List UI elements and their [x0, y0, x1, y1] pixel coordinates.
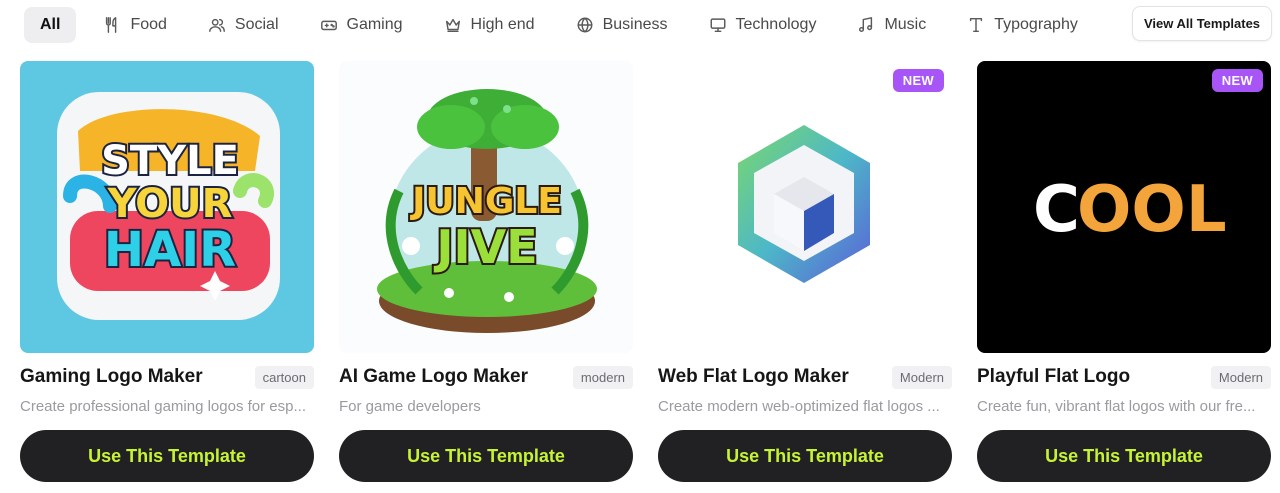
filter-music-label: Music: [884, 16, 927, 33]
template-thumbnail[interactable]: JUNGLE JIVE: [339, 61, 633, 353]
template-title: Playful Flat Logo: [977, 366, 1131, 387]
template-card[interactable]: C OOL NEW Playful Flat Logo Modern Creat…: [977, 61, 1271, 482]
art-line-2: JIVE: [433, 220, 537, 274]
filter-food-label: Food: [130, 16, 167, 33]
jungle-jive-logo-image: JUNGLE JIVE: [339, 61, 633, 353]
filter-social[interactable]: Social: [193, 7, 293, 43]
filter-all[interactable]: All: [24, 7, 77, 43]
view-all-templates-button[interactable]: View All Templates: [1132, 6, 1272, 41]
new-badge: NEW: [1211, 69, 1263, 92]
category-filter-bar: All Food Social Gaming High end Business: [24, 6, 1104, 44]
filter-music[interactable]: Music: [842, 7, 940, 43]
art-letters-ool: OOL: [1077, 173, 1227, 247]
filter-food[interactable]: Food: [88, 7, 180, 43]
filter-high-end-label: High end: [470, 16, 535, 33]
filter-technology[interactable]: Technology: [694, 7, 831, 43]
template-thumbnail[interactable]: STYLE YOUR HAIR: [20, 61, 314, 353]
use-template-button[interactable]: Use This Template: [339, 430, 633, 482]
gamepad-icon: [319, 15, 339, 35]
filter-all-label: All: [40, 16, 61, 33]
art-line-2: YOUR: [107, 181, 233, 227]
use-template-button[interactable]: Use This Template: [658, 430, 952, 482]
art-line-1: JUNGLE: [409, 181, 562, 222]
template-title: Gaming Logo Maker: [20, 366, 203, 387]
template-style-tag: modern: [572, 365, 633, 389]
filter-business-label: Business: [602, 16, 668, 33]
globe-icon: [575, 15, 595, 35]
template-description: Create professional gaming logos for esp…: [20, 398, 306, 415]
template-style-tag: Modern: [1210, 365, 1271, 389]
art-line-1: STYLE: [101, 138, 239, 184]
template-card[interactable]: NEW Web Flat Logo Maker Modern Create mo…: [658, 61, 952, 482]
crown-icon: [443, 15, 463, 35]
filter-business[interactable]: Business: [561, 7, 682, 43]
template-description: For game developers: [339, 398, 481, 415]
filter-high-end[interactable]: High end: [429, 7, 549, 43]
users-icon: [207, 15, 227, 35]
use-template-button[interactable]: Use This Template: [977, 430, 1271, 482]
monitor-icon: [708, 15, 728, 35]
hexagon-cube-logo-image: [658, 61, 952, 353]
type-icon: [966, 15, 986, 35]
filter-typography-label: Typography: [994, 16, 1078, 33]
use-template-button[interactable]: Use This Template: [20, 430, 314, 482]
template-thumbnail[interactable]: C OOL NEW: [977, 61, 1271, 353]
filter-social-label: Social: [234, 16, 279, 33]
utensils-icon: [102, 15, 122, 35]
template-description: Create modern web-optimized flat logos .…: [658, 398, 940, 415]
music-icon: [856, 15, 876, 35]
style-your-hair-logo-image: STYLE YOUR HAIR: [20, 61, 314, 353]
template-title: AI Game Logo Maker: [339, 366, 528, 387]
template-title: Web Flat Logo Maker: [658, 366, 849, 387]
template-style-tag: Modern: [891, 365, 952, 389]
cool-logo-image: C OOL: [977, 61, 1271, 353]
template-thumbnail[interactable]: NEW: [658, 61, 952, 353]
template-card[interactable]: JUNGLE JIVE AI Game Logo Maker modern Fo…: [339, 61, 633, 482]
filter-technology-label: Technology: [735, 16, 817, 33]
new-badge: NEW: [892, 69, 944, 92]
art-line-3: HAIR: [104, 222, 236, 278]
filter-typography[interactable]: Typography: [952, 7, 1092, 43]
art-letter-c: C: [1033, 173, 1080, 247]
filter-gaming[interactable]: Gaming: [305, 7, 417, 43]
template-style-tag: cartoon: [254, 365, 314, 389]
template-card[interactable]: STYLE YOUR HAIR Gaming Logo Maker cartoo…: [20, 61, 314, 482]
template-description: Create fun, vibrant flat logos with our …: [977, 398, 1256, 415]
filter-gaming-label: Gaming: [346, 16, 403, 33]
